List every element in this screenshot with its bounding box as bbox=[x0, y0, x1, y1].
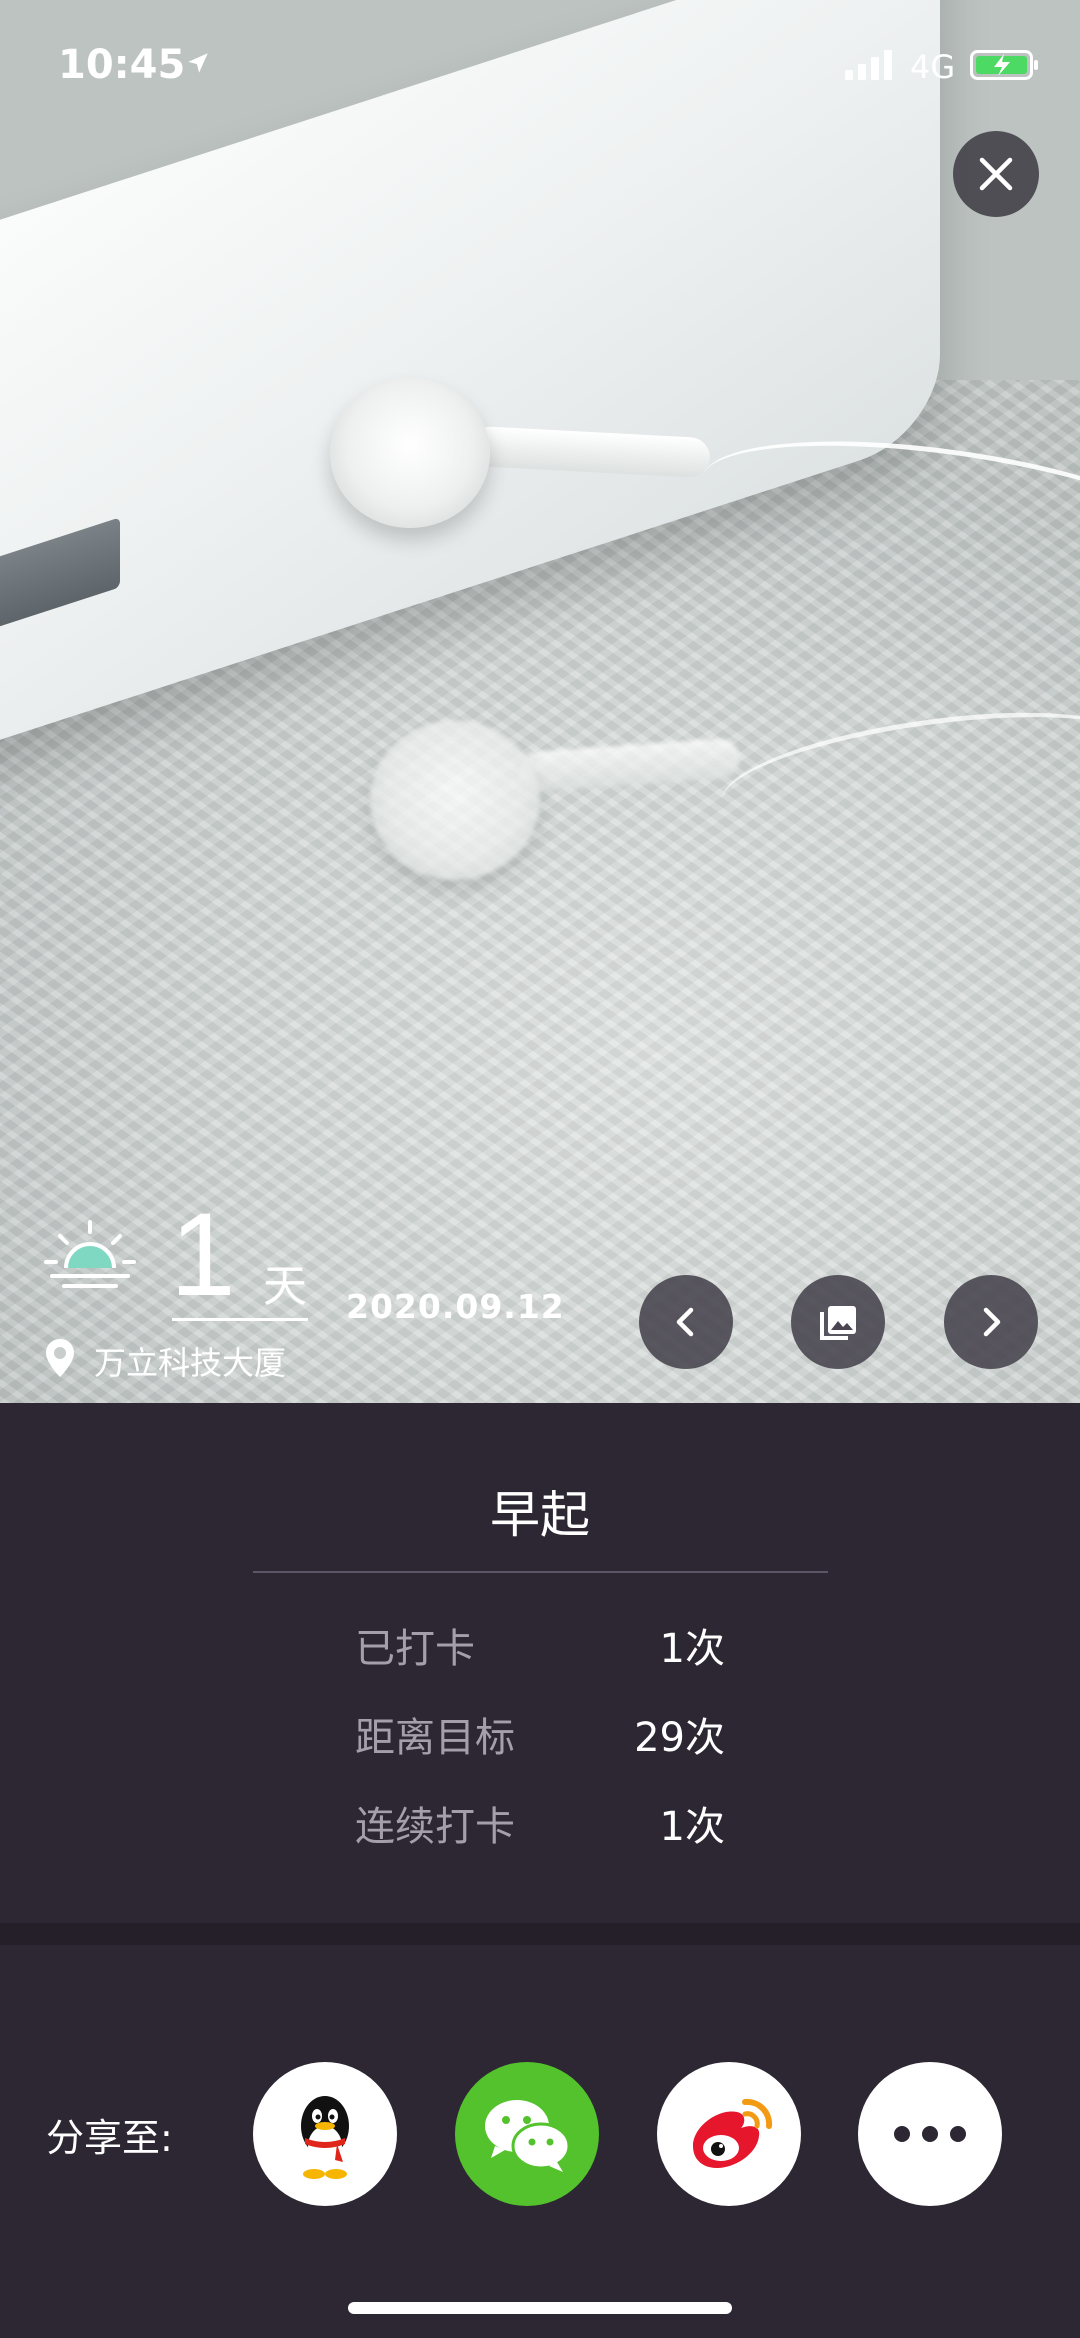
day-count: 1 bbox=[170, 1189, 236, 1321]
status-time: 10:45 bbox=[58, 42, 186, 88]
day-underline bbox=[172, 1318, 308, 1321]
chevron-left-icon bbox=[676, 1307, 694, 1337]
stat-label: 连续打卡 bbox=[355, 1804, 515, 1850]
share-weibo-button[interactable] bbox=[657, 2062, 801, 2206]
signal-icon bbox=[845, 50, 892, 80]
home-indicator[interactable] bbox=[348, 2302, 732, 2314]
previous-button[interactable] bbox=[639, 1275, 733, 1369]
stat-value: 29次 bbox=[634, 1715, 725, 1761]
location-label: 万立科技大厦 bbox=[94, 1344, 287, 1382]
task-title: 早起 bbox=[490, 1486, 590, 1544]
hero-photo bbox=[0, 0, 1080, 1403]
share-label: 分享至: bbox=[46, 2116, 173, 2160]
stat-row-streak: 连续打卡 1次 bbox=[355, 1794, 725, 1854]
share-wechat-button[interactable] bbox=[455, 2062, 599, 2206]
close-icon bbox=[979, 157, 1013, 191]
divider bbox=[253, 1571, 828, 1573]
share-bar: 分享至: bbox=[0, 1945, 1080, 2338]
next-button[interactable] bbox=[944, 1275, 1038, 1369]
location-pin-icon bbox=[46, 1339, 74, 1377]
gallery-icon bbox=[820, 1306, 856, 1340]
stat-value: 1次 bbox=[659, 1626, 725, 1672]
stat-row-to-goal: 距离目标 29次 bbox=[355, 1705, 725, 1765]
weibo-icon bbox=[693, 2098, 773, 2168]
earbud bbox=[370, 720, 540, 880]
share-qq-button[interactable] bbox=[253, 2062, 397, 2206]
more-icon bbox=[894, 2126, 966, 2142]
close-button[interactable] bbox=[953, 131, 1039, 217]
day-unit: 天 bbox=[263, 1261, 307, 1312]
battery-icon bbox=[970, 50, 1038, 80]
status-bar: 10:45 4G bbox=[0, 0, 1080, 132]
stat-label: 已打卡 bbox=[355, 1626, 475, 1672]
earbud bbox=[330, 378, 490, 528]
chevron-right-icon bbox=[983, 1307, 1001, 1337]
stat-row-checked-in: 已打卡 1次 bbox=[355, 1616, 725, 1676]
share-more-button[interactable] bbox=[858, 2062, 1002, 2206]
qq-icon bbox=[301, 2096, 349, 2179]
network-type: 4G bbox=[910, 48, 956, 86]
wechat-icon bbox=[485, 2100, 571, 2172]
section-separator bbox=[0, 1923, 1080, 1945]
date-label: 2020.09.12 bbox=[346, 1287, 565, 1326]
sunrise-icon bbox=[44, 1220, 136, 1288]
stat-label: 距离目标 bbox=[355, 1715, 515, 1761]
stat-value: 1次 bbox=[659, 1804, 725, 1850]
location-arrow-icon bbox=[188, 53, 208, 73]
task-info-panel: 早起 已打卡 1次 距离目标 29次 连续打卡 1次 bbox=[0, 1403, 1080, 1923]
gallery-button[interactable] bbox=[791, 1275, 885, 1369]
